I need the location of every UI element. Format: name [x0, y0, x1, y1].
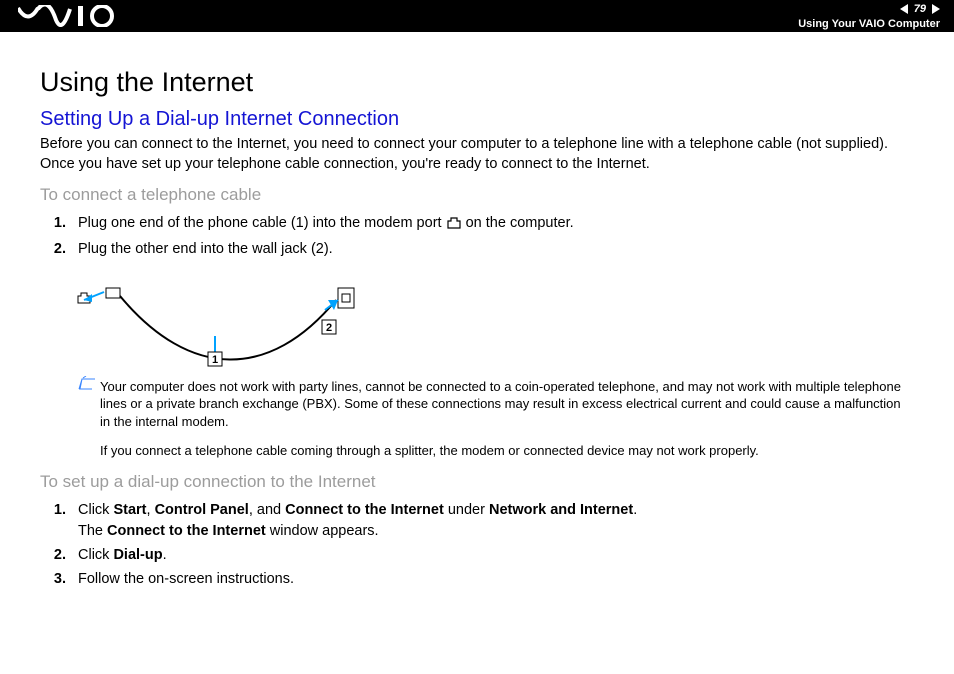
note-icon — [78, 376, 96, 395]
step-b2-t1: Click — [78, 547, 113, 563]
header-section-title: Using Your VAIO Computer — [798, 18, 940, 30]
subheading-connect-cable: To connect a telephone cable — [40, 185, 914, 205]
note-block: Your computer does not work with party l… — [100, 378, 914, 460]
modem-port-icon — [447, 215, 461, 236]
step-b1-b2: Control Panel — [155, 502, 249, 518]
step-b1-b3: Connect to the Internet — [285, 502, 444, 518]
step-2: Plug the other end into the wall jack (2… — [70, 239, 914, 260]
prev-page-icon[interactable] — [900, 4, 908, 14]
step-b1-l2t2: window appears. — [266, 523, 379, 539]
step-b1-t1: Click — [78, 502, 113, 518]
next-page-icon[interactable] — [932, 4, 940, 14]
step-b1-t4: under — [444, 502, 489, 518]
steps-connect-cable: Plug one end of the phone cable (1) into… — [40, 213, 914, 260]
note-2: If you connect a telephone cable coming … — [100, 442, 914, 460]
step-1-text-pre: Plug one end of the phone cable (1) into… — [78, 215, 446, 231]
step-b2: Click Dial-up. — [70, 545, 914, 566]
figure-label-1: 1 — [212, 354, 218, 366]
vaio-logo — [18, 5, 128, 27]
step-b1-t5: . — [633, 502, 637, 518]
step-1: Plug one end of the phone cable (1) into… — [70, 213, 914, 236]
step-b1: Click Start, Control Panel, and Connect … — [70, 500, 914, 542]
step-b1-t3: , and — [249, 502, 285, 518]
step-b1-t2: , — [147, 502, 155, 518]
page-title: Using the Internet — [40, 66, 914, 98]
steps-dialup-setup: Click Start, Control Panel, and Connect … — [40, 500, 914, 590]
header-bar: 79 Using Your VAIO Computer — [0, 0, 954, 32]
step-b1-l2t1: The — [78, 523, 107, 539]
page-body: Using the Internet Setting Up a Dial-up … — [0, 32, 954, 590]
note-1: Your computer does not work with party l… — [100, 378, 914, 431]
step-b2-t2: . — [163, 547, 167, 563]
step-b1-b1: Start — [113, 502, 146, 518]
subheading-dialup-setup: To set up a dial-up connection to the In… — [40, 472, 914, 492]
step-b3: Follow the on-screen instructions. — [70, 569, 914, 590]
figure-label-2: 2 — [326, 322, 332, 334]
step-b1-b4: Network and Internet — [489, 502, 633, 518]
intro-paragraph: Before you can connect to the Internet, … — [40, 135, 914, 174]
cable-diagram: 1 2 — [70, 270, 370, 370]
step-b3-text: Follow the on-screen instructions. — [78, 571, 294, 587]
step-b1-l2b1: Connect to the Internet — [107, 523, 266, 539]
section-heading: Setting Up a Dial-up Internet Connection — [40, 108, 914, 131]
step-b2-b1: Dial-up — [113, 547, 162, 563]
page-number: 79 — [914, 2, 926, 16]
step-2-text: Plug the other end into the wall jack (2… — [78, 241, 333, 257]
page-nav: 79 — [900, 2, 940, 16]
step-1-text-post: on the computer. — [466, 215, 574, 231]
